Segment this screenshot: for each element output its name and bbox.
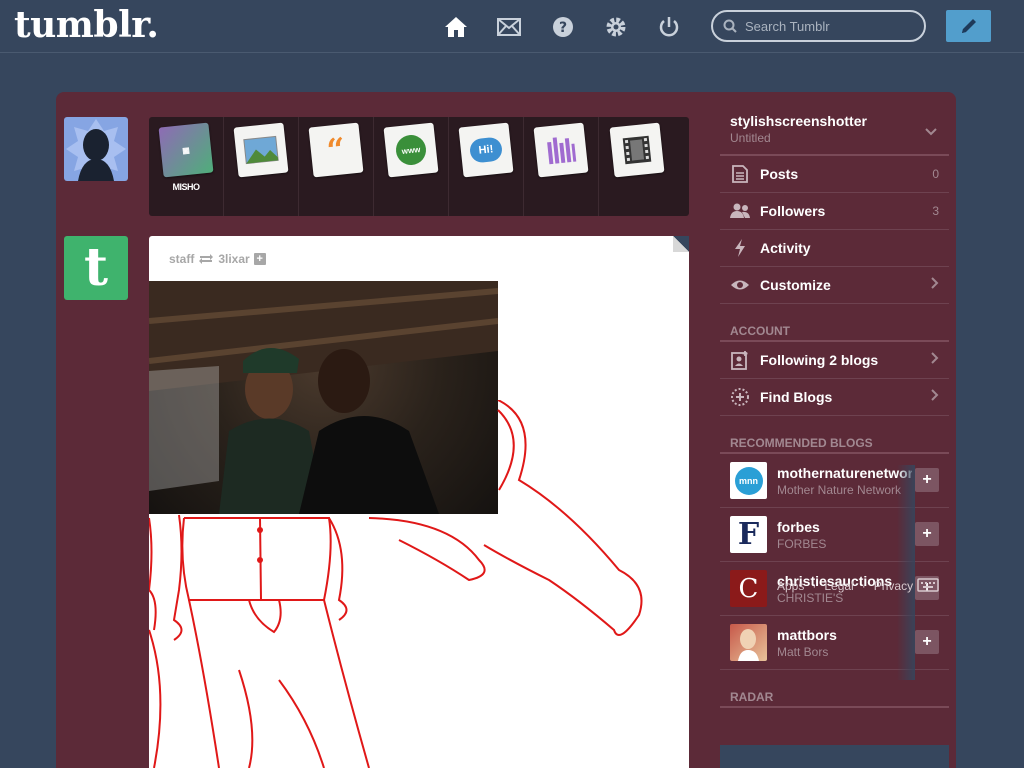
sidebar-item-label: Find Blogs: [760, 389, 833, 405]
blog-avatar: F: [730, 516, 767, 553]
eye-icon: [730, 275, 750, 295]
search-input[interactable]: [745, 18, 915, 34]
sidebar-item-following[interactable]: Following 2 blogs: [720, 342, 949, 379]
post-type-label: MISHO: [172, 182, 200, 192]
post-card: staff 3lixar +: [149, 236, 689, 768]
blog-avatar: mnn: [730, 462, 767, 499]
post-type-chat[interactable]: Hi!: [449, 117, 524, 216]
chevron-right-icon: [931, 389, 939, 401]
footer-link-legal[interactable]: Legal: [824, 579, 853, 593]
footer-separator: ·: [812, 579, 817, 593]
tumblr-t-icon: t: [83, 237, 109, 298]
post-type-audio[interactable]: [524, 117, 599, 216]
video-post-icon: [609, 122, 664, 178]
sidebar-item-activity[interactable]: Activity: [720, 230, 949, 267]
footer-separator: ·: [861, 579, 866, 593]
audio-post-icon: [533, 122, 589, 178]
blog-name: forbes: [777, 518, 820, 535]
lightning-icon: [730, 238, 750, 258]
blog-avatar: [730, 624, 767, 661]
scroll-overlay: [897, 465, 915, 680]
sidebar-item-customize[interactable]: Customize: [720, 267, 949, 304]
tumblr-logo[interactable]: tumblr.: [14, 4, 159, 46]
photo-post-icon: [233, 122, 289, 178]
post-author-link[interactable]: staff: [169, 252, 194, 266]
post-type-photo[interactable]: [224, 117, 299, 216]
blog-name: mattbors: [777, 626, 837, 643]
footer-link-apps[interactable]: Apps: [777, 579, 804, 593]
sidebar-item-posts[interactable]: Posts 0: [720, 156, 949, 193]
chevron-right-icon: [931, 277, 939, 289]
post-type-bar: ▦ MISHO “ www Hi!: [149, 117, 689, 216]
blog-subtitle: Matt Bors: [777, 644, 829, 659]
footer-links: Apps · Legal · Privacy: [777, 579, 913, 593]
sidebar-item-followers[interactable]: Followers 3: [720, 193, 949, 230]
quote-post-icon: “: [308, 122, 364, 178]
blog-subtitle: FORBES: [777, 536, 827, 551]
blog-subtitle: Mother Nature Network: [777, 482, 902, 497]
recommended-section-title: RECOMMENDED BLOGS: [720, 416, 949, 454]
followers-icon: [730, 201, 750, 221]
blog-avatar: C: [730, 570, 767, 607]
svg-text:?: ?: [559, 20, 567, 36]
search-icon: [723, 19, 737, 33]
link-post-icon: www: [383, 122, 439, 178]
sidebar-item-find-blogs[interactable]: Find Blogs: [720, 379, 949, 416]
follow-button[interactable]: +: [915, 630, 939, 654]
follow-button[interactable]: +: [915, 468, 939, 492]
post-type-video[interactable]: [599, 117, 674, 216]
post-type-link[interactable]: www: [374, 117, 449, 216]
post-header: staff 3lixar +: [169, 252, 266, 266]
find-blogs-icon: [730, 387, 750, 407]
following-icon: [730, 350, 750, 370]
blog-name: mothernaturenetwork: [777, 464, 912, 481]
reblog-source-link[interactable]: 3lixar: [218, 252, 249, 266]
follow-button[interactable]: +: [915, 522, 939, 546]
post-type-quote[interactable]: “: [299, 117, 374, 216]
keyboard-icon[interactable]: [917, 578, 939, 592]
help-icon[interactable]: ?: [550, 14, 576, 40]
blog-title: Untitled: [730, 131, 771, 145]
staff-avatar[interactable]: t: [64, 236, 128, 300]
text-post-icon: ▦: [158, 122, 214, 178]
sidebar-item-label: Customize: [760, 277, 831, 293]
follow-plus-icon[interactable]: +: [253, 253, 266, 265]
search-box[interactable]: [711, 10, 926, 42]
radar-widget[interactable]: [720, 745, 949, 768]
sidebar-item-label: Posts: [760, 166, 799, 182]
sidebar-item-label: Following 2 blogs: [760, 352, 879, 368]
gear-icon[interactable]: [603, 14, 629, 40]
power-icon[interactable]: [656, 14, 682, 40]
sidebar-item-label: Followers: [760, 203, 826, 219]
followers-count: 3: [932, 204, 939, 218]
post-fold-corner[interactable]: [673, 236, 689, 252]
pencil-icon: [961, 19, 976, 33]
post-type-text[interactable]: ▦ MISHO: [149, 117, 224, 216]
blog-selector[interactable]: stylishscreenshotter Untitled: [720, 110, 949, 156]
user-avatar[interactable]: [64, 117, 128, 181]
posts-count: 0: [932, 167, 939, 181]
chat-post-icon: Hi!: [458, 122, 514, 178]
blog-name: stylishscreenshotter: [730, 113, 867, 129]
home-icon[interactable]: [443, 14, 469, 40]
chevron-down-icon: [925, 128, 937, 136]
compose-button[interactable]: [946, 10, 991, 42]
mail-icon[interactable]: [496, 14, 522, 40]
top-navigation-bar: tumblr. ?: [0, 0, 1024, 53]
sidebar-item-label: Activity: [760, 240, 811, 256]
account-section-title: ACCOUNT: [720, 304, 949, 342]
footer-link-privacy[interactable]: Privacy: [874, 579, 913, 593]
chevron-right-icon: [931, 352, 939, 364]
posts-icon: [730, 164, 750, 184]
reblog-icon: [199, 254, 214, 264]
post-photo[interactable]: [149, 281, 498, 514]
